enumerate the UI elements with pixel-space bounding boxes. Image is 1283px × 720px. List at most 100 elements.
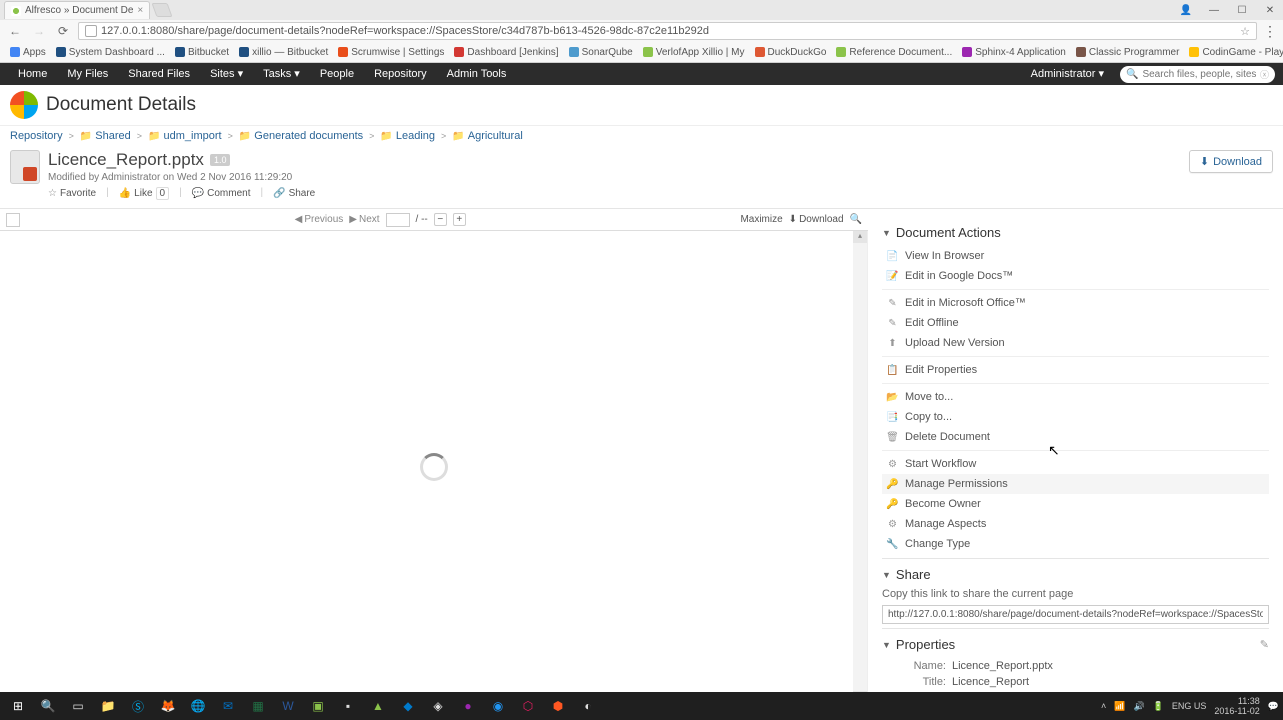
app-icon[interactable]: ◈ — [424, 694, 452, 718]
tray-clock[interactable]: 11:38 2016-11-02 — [1214, 696, 1259, 716]
site-info-icon[interactable] — [85, 25, 97, 37]
tray-notifications-icon[interactable]: 💬 — [1268, 701, 1279, 712]
action-edit-offline[interactable]: ✎Edit Offline — [882, 313, 1269, 333]
share-url-input[interactable] — [882, 605, 1269, 624]
crumb-leading[interactable]: 📁Leading — [380, 130, 435, 142]
app-icon[interactable]: ● — [454, 694, 482, 718]
app-icon[interactable]: ⬡ — [514, 694, 542, 718]
task-view-icon[interactable]: ▭ — [64, 694, 92, 718]
browser-tab[interactable]: Alfresco » Document De × — [4, 1, 150, 19]
nav-people[interactable]: People — [310, 63, 364, 85]
page-number-input[interactable] — [386, 213, 410, 227]
favorite-button[interactable]: ☆Favorite — [48, 187, 96, 200]
terminal-icon[interactable]: ▪ — [334, 694, 362, 718]
scroll-up-icon[interactable]: ▴ — [853, 231, 867, 243]
new-tab-button[interactable] — [152, 3, 173, 17]
preview-download-button[interactable]: ⬇Download — [789, 214, 844, 225]
crumb-generated[interactable]: 📁Generated documents — [239, 130, 363, 142]
skype-icon[interactable]: Ⓢ — [124, 694, 152, 718]
bookmark-item[interactable]: DuckDuckGo — [751, 47, 831, 58]
firefox-icon[interactable]: 🦊 — [154, 694, 182, 718]
forward-button[interactable]: → — [30, 22, 48, 40]
crumb-shared[interactable]: 📁Shared — [80, 130, 131, 142]
account-icon[interactable]: 👤 — [1173, 2, 1199, 18]
nav-home[interactable]: Home — [8, 63, 57, 85]
nav-tasks[interactable]: Tasks ▾ — [253, 63, 310, 85]
tray-language[interactable]: ENG US — [1172, 702, 1207, 711]
bookmark-item[interactable]: System Dashboard ... — [52, 47, 169, 58]
action-edit-google-docs[interactable]: 📝Edit in Google Docs™ — [882, 266, 1269, 286]
word-icon[interactable]: W — [274, 694, 302, 718]
clear-search-icon[interactable]: ⓧ — [1260, 68, 1269, 81]
action-start-workflow[interactable]: ⚙Start Workflow — [882, 454, 1269, 474]
action-delete-document[interactable]: 🗑Delete Document — [882, 427, 1269, 447]
share-panel-header[interactable]: ▼Share — [882, 567, 1269, 582]
document-actions-header[interactable]: ▼Document Actions — [882, 225, 1269, 240]
nav-shared-files[interactable]: Shared Files — [118, 63, 200, 85]
bookmark-star-icon[interactable]: ☆ — [1240, 25, 1250, 38]
reload-button[interactable]: ⟳ — [54, 22, 72, 40]
prev-page-button[interactable]: ◀Previous — [295, 214, 344, 225]
search-taskbar-icon[interactable]: 🔍 — [34, 694, 62, 718]
action-move-to[interactable]: 📂Move to... — [882, 387, 1269, 407]
bookmark-item[interactable]: CodinGame - Play wi — [1185, 47, 1283, 58]
excel-icon[interactable]: ▦ — [244, 694, 272, 718]
bookmark-item[interactable]: Reference Document... — [832, 47, 956, 58]
bookmark-item[interactable]: Sphinx-4 Application — [958, 47, 1070, 58]
action-edit-properties[interactable]: 📋Edit Properties — [882, 360, 1269, 380]
browser-menu-button[interactable]: ⋮ — [1263, 23, 1277, 40]
file-explorer-icon[interactable]: 📁 — [94, 694, 122, 718]
minimize-button[interactable]: — — [1201, 2, 1227, 18]
action-view-in-browser[interactable]: 📄View In Browser — [882, 246, 1269, 266]
app-icon[interactable]: ◐ — [574, 694, 602, 718]
tray-volume-icon[interactable]: 🔊 — [1133, 701, 1144, 712]
address-bar[interactable]: 127.0.0.1:8080/share/page/document-detai… — [78, 22, 1257, 40]
back-button[interactable]: ← — [6, 22, 24, 40]
bookmark-item[interactable]: Bitbucket — [171, 47, 233, 58]
nav-sites[interactable]: Sites ▾ — [200, 63, 253, 85]
edit-properties-icon[interactable]: ✎ — [1260, 638, 1269, 651]
crumb-repository[interactable]: Repository — [10, 130, 63, 142]
close-window-button[interactable]: ✕ — [1257, 2, 1283, 18]
search-input[interactable] — [1142, 69, 1256, 80]
vscode-icon[interactable]: ◆ — [394, 694, 422, 718]
action-become-owner[interactable]: 🔑Become Owner — [882, 494, 1269, 514]
action-change-type[interactable]: 🔧Change Type — [882, 534, 1269, 554]
action-manage-permissions[interactable]: 🔑Manage Permissions — [882, 474, 1269, 494]
action-edit-ms-office[interactable]: ✎Edit in Microsoft Office™ — [882, 293, 1269, 313]
outlook-icon[interactable]: ✉ — [214, 694, 242, 718]
maximize-button[interactable]: ☐ — [1229, 2, 1255, 18]
chrome-icon[interactable]: 🌐 — [184, 694, 212, 718]
like-button[interactable]: 👍Like 0 — [119, 187, 169, 200]
bookmark-item[interactable]: Dashboard [Jenkins] — [450, 47, 562, 58]
search-box[interactable]: 🔍 ⓧ — [1120, 66, 1275, 83]
nav-repository[interactable]: Repository — [364, 63, 437, 85]
search-in-doc-button[interactable]: 🔍 — [850, 214, 862, 225]
bookmark-item[interactable]: Apps — [6, 47, 50, 58]
bookmark-item[interactable]: SonarQube — [565, 47, 637, 58]
nav-admin-tools[interactable]: Admin Tools — [437, 63, 517, 85]
crumb-udm-import[interactable]: 📁udm_import — [148, 130, 222, 142]
share-button[interactable]: 🔗Share — [273, 187, 315, 200]
maximize-button[interactable]: Maximize — [740, 214, 782, 225]
comment-button[interactable]: 💬Comment — [192, 187, 251, 200]
bookmark-item[interactable]: Classic Programmer — [1072, 47, 1184, 58]
tray-network-icon[interactable]: 📶 — [1114, 701, 1125, 712]
nav-my-files[interactable]: My Files — [57, 63, 118, 85]
action-manage-aspects[interactable]: ⚙Manage Aspects — [882, 514, 1269, 534]
zoom-in-button[interactable]: + — [453, 213, 466, 226]
action-upload-new-version[interactable]: ⬆Upload New Version — [882, 333, 1269, 353]
user-menu[interactable]: Administrator ▾ — [1021, 63, 1114, 85]
next-page-button[interactable]: ▶Next — [349, 214, 379, 225]
tray-battery-icon[interactable]: 🔋 — [1153, 701, 1164, 712]
bookmark-item[interactable]: VerlofApp Xillio | My — [639, 47, 749, 58]
bookmark-item[interactable]: xillio — Bitbucket — [235, 47, 332, 58]
sidebar-toggle-icon[interactable] — [6, 213, 20, 227]
start-button[interactable]: ⊞ — [4, 694, 32, 718]
properties-panel-header[interactable]: ▼Properties✎ — [882, 637, 1269, 652]
tray-chevron-up-icon[interactable]: ˄ — [1101, 701, 1106, 711]
preview-scrollbar[interactable]: ▴ ▾ — [853, 231, 867, 692]
app-icon[interactable]: ◉ — [484, 694, 512, 718]
zoom-out-button[interactable]: − — [434, 213, 447, 226]
bookmark-item[interactable]: Scrumwise | Settings — [334, 47, 448, 58]
